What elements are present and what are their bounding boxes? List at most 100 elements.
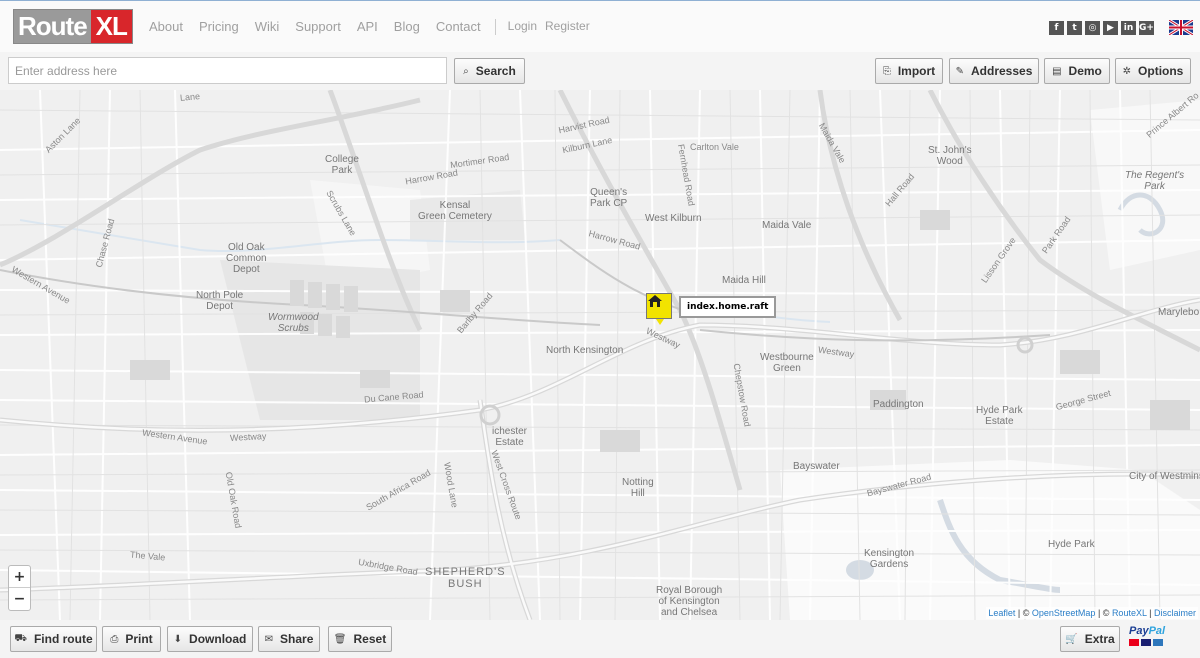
paypal-logo[interactable]: PayPal <box>1129 625 1175 653</box>
map-label-bayswater: Bayswater <box>793 461 840 472</box>
disclaimer-link[interactable]: Disclaimer <box>1154 608 1196 618</box>
mastercard-icon <box>1129 639 1139 646</box>
printer-icon: ⎙ <box>110 633 119 645</box>
facebook-icon[interactable]: f <box>1049 21 1064 35</box>
zoom-control: + − <box>8 565 31 611</box>
instagram-icon[interactable]: ◎ <box>1085 21 1100 35</box>
share-button[interactable]: ✉ Share <box>258 626 320 652</box>
openstreetmap-link[interactable]: OpenStreetMap <box>1032 608 1096 618</box>
search-button-label: Search <box>475 64 516 78</box>
gear-icon: ✲ <box>1122 65 1132 77</box>
google-plus-icon[interactable]: G+ <box>1139 21 1154 35</box>
map-label-west-kilburn: West Kilburn <box>645 213 702 224</box>
nav-contact[interactable]: Contact <box>436 19 481 35</box>
nav-blog[interactable]: Blog <box>394 19 420 35</box>
find-route-button[interactable]: ⛟ Find route <box>10 626 97 652</box>
nav-login[interactable]: Login <box>508 19 537 35</box>
nav-about[interactable]: About <box>149 19 183 35</box>
routexl-logo[interactable]: Route XL <box>13 9 133 44</box>
map-label-wormwood-scrubs: Wormwood Scrubs <box>268 312 319 334</box>
print-button[interactable]: ⎙ Print <box>102 626 161 652</box>
top-bar: Route XL About Pricing Wiki Support API … <box>0 0 1200 52</box>
map-road-carlton-vale: Carlton Vale <box>690 142 739 152</box>
twitter-icon[interactable]: t <box>1067 21 1082 35</box>
logo-xl-text: XL <box>90 10 132 43</box>
map-label-paddington: Paddington <box>873 399 924 410</box>
map-label-queens-park: Queen's Park CP <box>590 187 628 209</box>
nav-divider <box>494 19 496 35</box>
import-button-label: Import <box>897 64 936 78</box>
leaflet-link[interactable]: Leaflet <box>988 608 1015 618</box>
download-button[interactable]: ⬇ Download <box>167 626 253 652</box>
nav-pricing[interactable]: Pricing <box>199 19 239 35</box>
options-button[interactable]: ✲ Options <box>1115 58 1191 84</box>
nav-register[interactable]: Register <box>545 19 590 35</box>
addresses-button[interactable]: ✎ Addresses <box>949 58 1039 84</box>
map-label-chester-estate: ichester Estate <box>492 426 528 448</box>
map-label-city-westminster: City of Westminst <box>1129 471 1200 482</box>
map-label-marylebone: Marylebo <box>1158 307 1200 318</box>
map-label-kensal-green: Kensal Green Cemetery <box>418 200 492 222</box>
envelope-icon: ✉ <box>264 633 274 645</box>
nav-wiki[interactable]: Wiki <box>255 19 280 35</box>
map-label-north-pole-depot: North Pole Depot <box>196 290 244 312</box>
map-label-royal-borough: Royal Borough of Kensington and Chelsea <box>656 585 723 618</box>
map-label-hyde-park: Hyde Park <box>1048 539 1095 550</box>
map-label-westbourne-green: Westbourne Green <box>760 352 814 374</box>
extra-button[interactable]: 🛒 Extra <box>1060 626 1120 652</box>
youtube-icon[interactable]: ▶ <box>1103 21 1118 35</box>
trash-icon: 🗑 <box>333 633 347 645</box>
nav-api[interactable]: API <box>357 19 378 35</box>
import-icon: ⎘ <box>882 65 891 77</box>
routexl-link[interactable]: RouteXL <box>1112 608 1147 618</box>
demo-button-label: Demo <box>1068 64 1102 78</box>
map-label-st-johns-wood: St. John's Wood <box>928 145 972 167</box>
paypal-pay: Pay <box>1129 625 1149 637</box>
map-label-kensington-gardens: Kensington Gardens <box>864 548 915 570</box>
attribution-sep-2: | © <box>1095 608 1112 618</box>
card-logos <box>1129 639 1175 646</box>
paypal-wordmark: PayPal <box>1129 625 1175 637</box>
attribution-sep-1: | © <box>1015 608 1032 618</box>
map-label-regents-park: The Regent's Park <box>1125 170 1185 192</box>
cart-icon: 🛒 <box>1065 633 1078 645</box>
home-icon <box>648 295 662 307</box>
map-road-lane: Lane <box>179 91 201 103</box>
map-road-westway-3: Westway <box>229 431 267 443</box>
nav-support[interactable]: Support <box>295 19 341 35</box>
address-input[interactable] <box>8 57 447 84</box>
download-label: Download <box>189 632 247 646</box>
zoom-out-button[interactable]: − <box>9 588 30 610</box>
main-nav: About Pricing Wiki Support API Blog Cont… <box>149 19 598 35</box>
car-icon: ⛟ <box>14 632 27 644</box>
search-button[interactable]: ⌕ Search <box>454 58 525 84</box>
extra-label: Extra <box>1084 632 1115 646</box>
attribution-sep-3: | <box>1146 608 1154 618</box>
map-label-shepherds-bush: SHEPHERD'S BUSH <box>425 566 506 590</box>
book-icon: ▤ <box>1052 65 1062 77</box>
map-label-maida-vale: Maida Vale <box>762 220 812 231</box>
home-marker[interactable] <box>646 293 672 325</box>
map-label-old-oak-depot: Old Oak Common Depot <box>226 242 267 275</box>
map-label-notting-hill: Notting Hill <box>622 477 654 499</box>
import-button[interactable]: ⎘ Import <box>875 58 943 84</box>
map-label-north-kensington: North Kensington <box>546 345 624 356</box>
linkedin-icon[interactable]: in <box>1121 21 1136 35</box>
marker-tooltip: index.home.raft <box>679 296 777 318</box>
logo-route-text: Route <box>14 10 91 43</box>
map-label-maida-hill: Maida Hill <box>722 275 766 286</box>
demo-button[interactable]: ▤ Demo <box>1044 58 1110 84</box>
map-canvas[interactable]: College Park Kensal Green Cemetery Queen… <box>0 90 1200 620</box>
paypal-pal: Pal <box>1148 625 1166 637</box>
reset-button[interactable]: 🗑 Reset <box>328 626 392 652</box>
bottom-bar: ⛟ Find route ⎙ Print ⬇ Download ✉ Share … <box>0 620 1200 658</box>
uk-flag-icon[interactable] <box>1169 20 1193 35</box>
zoom-in-button[interactable]: + <box>9 566 30 588</box>
options-button-label: Options <box>1138 64 1184 78</box>
share-label: Share <box>280 632 314 646</box>
address-toolbar: ⌕ Search ⎘ Import ✎ Addresses ▤ Demo ✲ O… <box>0 52 1200 90</box>
map-label-hyde-park-estate: Hyde Park Estate <box>976 405 1023 427</box>
map-label-college-park: College Park <box>325 154 359 176</box>
search-icon: ⌕ <box>463 65 469 77</box>
reset-label: Reset <box>353 632 387 646</box>
